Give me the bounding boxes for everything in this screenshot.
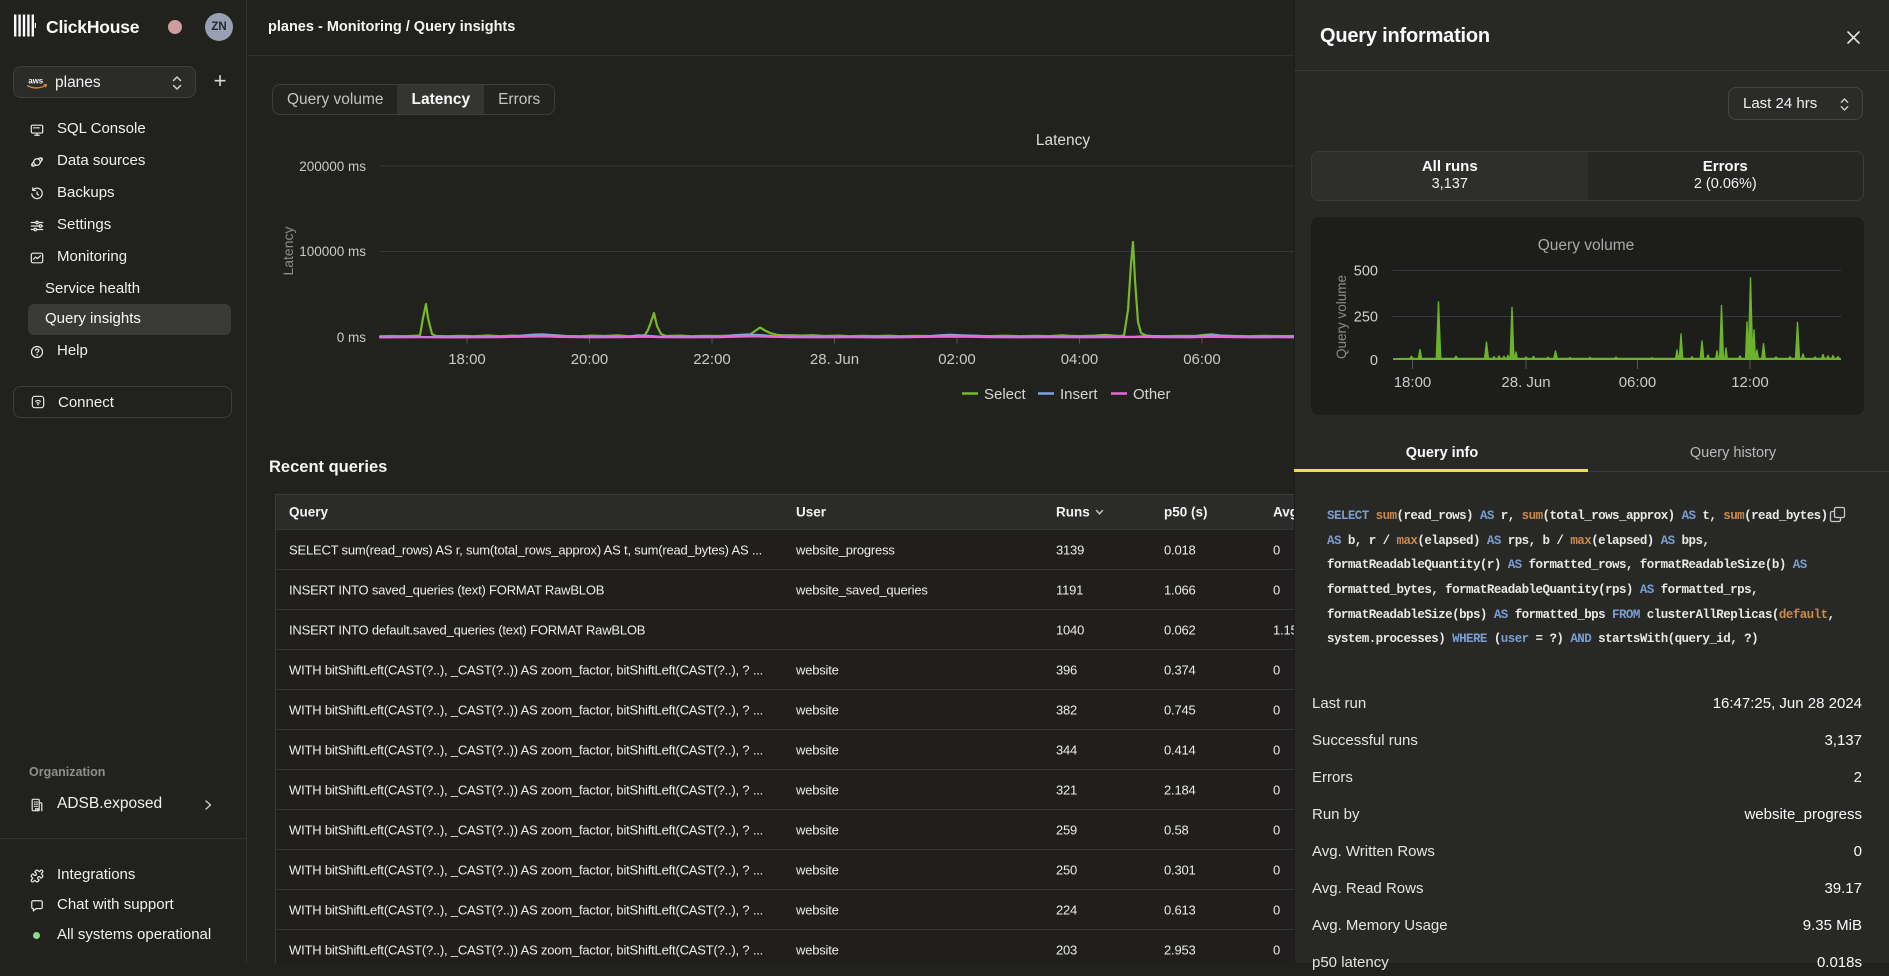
svg-text:200000 ms: 200000 ms: [299, 159, 366, 174]
svg-text:aws: aws: [28, 77, 43, 86]
svg-text:0: 0: [1370, 353, 1378, 369]
svg-text:20:00: 20:00: [571, 351, 609, 368]
svg-text:500: 500: [1354, 264, 1378, 280]
svg-text:18:00: 18:00: [1394, 374, 1432, 391]
svg-text:04:00: 04:00: [1061, 351, 1099, 368]
svg-text:Query volume: Query volume: [1334, 275, 1349, 359]
svg-text:100000 ms: 100000 ms: [299, 244, 366, 259]
svg-text:Query volume: Query volume: [1538, 237, 1634, 254]
svg-text:250: 250: [1354, 310, 1378, 326]
svg-text:0 ms: 0 ms: [337, 330, 367, 345]
svg-text:12:00: 12:00: [1731, 374, 1769, 391]
svg-text:06:00: 06:00: [1183, 351, 1221, 368]
svg-text:22:00: 22:00: [693, 351, 731, 368]
svg-text:Select: Select: [984, 386, 1027, 403]
svg-text:Latency: Latency: [280, 226, 296, 275]
svg-text:Other: Other: [1133, 386, 1171, 403]
svg-text:28. Jun: 28. Jun: [810, 351, 859, 368]
svg-text:Latency: Latency: [1036, 132, 1091, 149]
svg-text:28. Jun: 28. Jun: [1501, 374, 1550, 391]
svg-text:Insert: Insert: [1060, 386, 1098, 403]
svg-text:06:00: 06:00: [1619, 374, 1657, 391]
svg-text:18:00: 18:00: [448, 351, 486, 368]
svg-text:02:00: 02:00: [938, 351, 976, 368]
